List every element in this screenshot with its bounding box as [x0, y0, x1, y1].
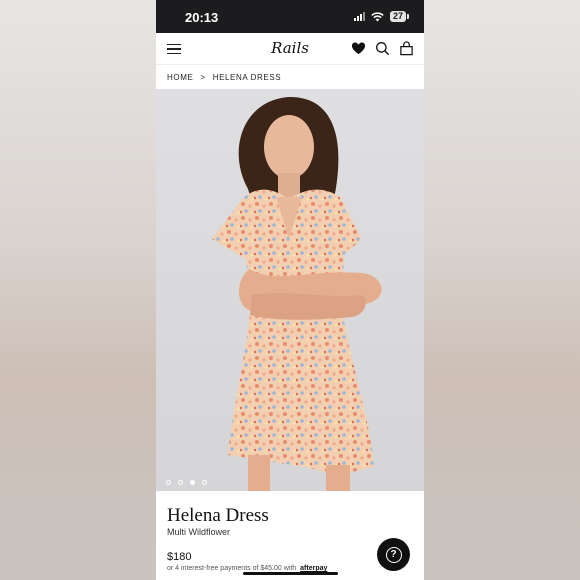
installments-note: or 4 interest-free payments of $45.00 wi… [167, 565, 327, 572]
product-name: Helena Dress [167, 505, 269, 526]
status-icons: 27 [353, 11, 410, 22]
question-icon: ? [385, 546, 402, 563]
gallery-dot[interactable] [202, 480, 207, 485]
gallery-pagination [166, 480, 207, 485]
home-indicator [243, 572, 338, 575]
product-color: Multi Wildflower [167, 527, 231, 537]
bag-icon[interactable] [399, 41, 414, 56]
status-bar: 20:13 27 [156, 0, 424, 33]
wifi-icon [371, 11, 384, 21]
status-time: 20:13 [185, 10, 219, 25]
breadcrumb-current: HELENA DRESS [212, 73, 282, 82]
signal-icon [353, 12, 365, 21]
breadcrumb-home[interactable]: HOME [167, 73, 193, 82]
afterpay-link[interactable]: afterpay [300, 565, 327, 572]
header-actions [351, 41, 414, 56]
breadcrumb-separator: > [200, 73, 206, 82]
product-price: $180 [167, 551, 192, 563]
background-blur-right [424, 0, 580, 580]
background-blur-left [0, 0, 156, 580]
site-header: Rails [156, 33, 424, 65]
product-photo [212, 97, 382, 491]
phone-screen: 20:13 27 Rails HOME > HELENA DRESS Helen… [156, 0, 424, 580]
battery-indicator: 27 [389, 11, 410, 22]
product-image-gallery[interactable] [156, 89, 424, 491]
gallery-dot[interactable] [166, 480, 171, 485]
help-button[interactable]: ? [377, 538, 410, 571]
heart-icon[interactable] [351, 41, 366, 56]
installments-text: or 4 interest-free payments of $45.00 wi… [167, 565, 297, 572]
gallery-dot-active[interactable] [190, 480, 195, 485]
gallery-dot[interactable] [178, 480, 183, 485]
search-icon[interactable] [375, 41, 390, 56]
breadcrumb: HOME > HELENA DRESS [156, 65, 424, 91]
